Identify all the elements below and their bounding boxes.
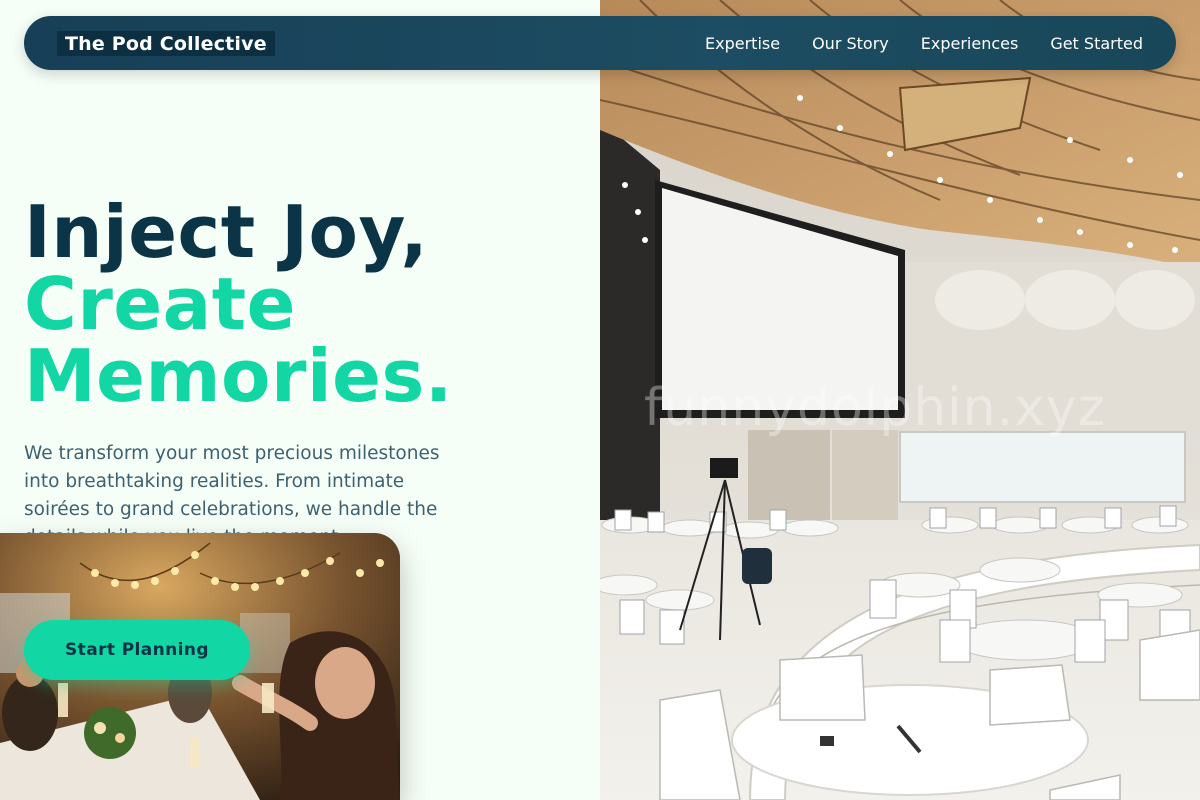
nav-link-experiences[interactable]: Experiences bbox=[921, 34, 1019, 53]
nav-link-get-started[interactable]: Get Started bbox=[1050, 34, 1143, 53]
hero-headline: Inject Joy, Create Memories. bbox=[24, 196, 584, 412]
nav-link-expertise[interactable]: Expertise bbox=[705, 34, 780, 53]
nav-links: Expertise Our Story Experiences Get Star… bbox=[705, 34, 1143, 53]
top-navigation: The Pod Collective Expertise Our Story E… bbox=[24, 16, 1176, 70]
headline-line-create: Create bbox=[24, 262, 297, 346]
headline-line-inject-joy: Inject Joy, bbox=[24, 190, 429, 274]
watermark-text: funnydolphin.xyz bbox=[644, 378, 1106, 438]
hero-photo-conference-hall: funnydolphin.xyz bbox=[600, 0, 1200, 800]
brand-logo-text[interactable]: The Pod Collective bbox=[57, 30, 275, 56]
start-planning-button[interactable]: Start Planning bbox=[24, 620, 250, 680]
nav-link-our-story[interactable]: Our Story bbox=[812, 34, 889, 53]
headline-line-memories: Memories. bbox=[24, 334, 453, 418]
